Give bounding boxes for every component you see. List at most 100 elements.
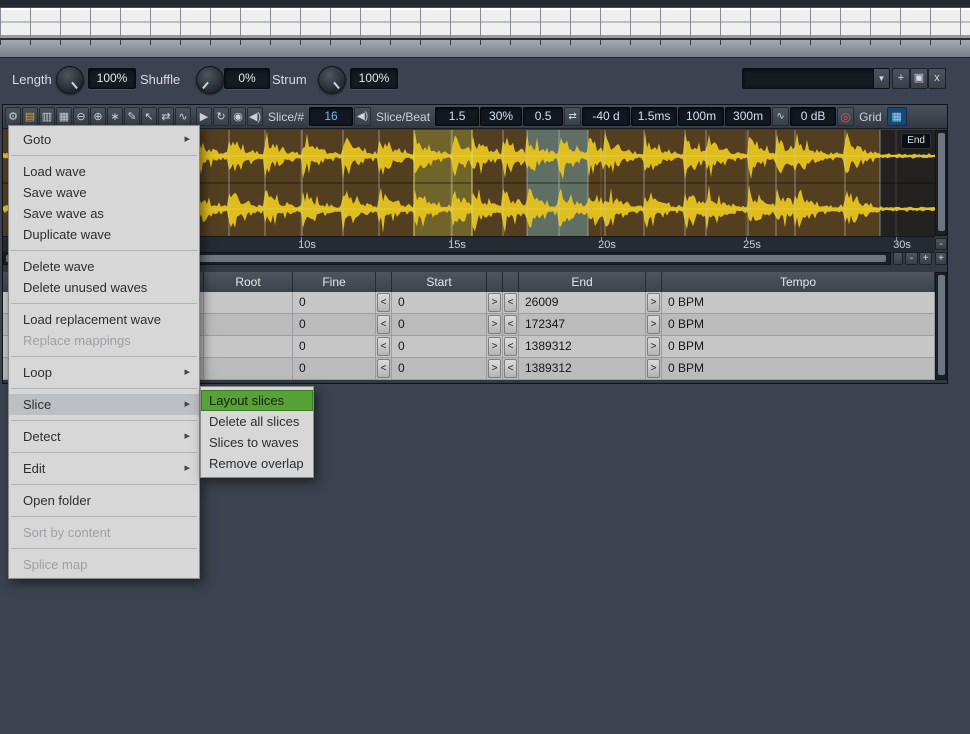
menu-item-delete-all-slices[interactable]: Delete all slices bbox=[201, 411, 313, 432]
menu-item-delete-wave[interactable]: Delete wave bbox=[9, 256, 199, 277]
menu-item-save-wave-as[interactable]: Save wave as bbox=[9, 203, 199, 224]
cell-start[interactable]: 0 bbox=[392, 314, 487, 335]
start-inc-button[interactable]: > bbox=[488, 337, 501, 356]
menu-item-detect[interactable]: Detect▸ bbox=[9, 426, 199, 447]
menu-item-loop[interactable]: Loop▸ bbox=[9, 362, 199, 383]
start-inc-button[interactable]: > bbox=[488, 359, 501, 378]
preset-combo-box[interactable]: ▼ bbox=[742, 68, 890, 89]
zoom-out-icon[interactable]: ⊖ bbox=[73, 107, 89, 126]
close-button[interactable]: x bbox=[928, 68, 946, 89]
wave-zoom-out-button[interactable]: - bbox=[935, 238, 947, 250]
strum-knob[interactable] bbox=[318, 66, 346, 94]
end-dec-button[interactable]: < bbox=[504, 359, 517, 378]
play-button[interactable]: ▶ bbox=[196, 107, 212, 126]
wave-vscroll-thumb[interactable] bbox=[938, 133, 945, 231]
end-dec-button[interactable]: < bbox=[504, 337, 517, 356]
menu-item-edit[interactable]: Edit▸ bbox=[9, 458, 199, 479]
attack-value[interactable]: 1.5ms bbox=[631, 107, 677, 126]
cell-end[interactable]: 1389312 bbox=[519, 358, 646, 379]
table-vertical-scrollbar[interactable] bbox=[935, 272, 947, 380]
cell-fine[interactable]: 0 bbox=[293, 292, 376, 313]
start-inc-button[interactable]: > bbox=[488, 315, 501, 334]
threshold-value[interactable]: -40 d bbox=[582, 107, 630, 126]
length-knob[interactable] bbox=[56, 66, 84, 94]
sensitivity-value[interactable]: 30% bbox=[480, 107, 522, 126]
wave-zoom-in-button[interactable]: + bbox=[935, 252, 947, 265]
detach-window-button[interactable]: ▣ bbox=[910, 68, 928, 89]
cell-fine[interactable]: 0 bbox=[293, 358, 376, 379]
cell-tempo[interactable]: 0 BPM bbox=[662, 336, 935, 357]
save-sample-icon[interactable]: ▥ bbox=[39, 107, 55, 126]
shuffle-value[interactable]: 0% bbox=[224, 68, 270, 89]
menu-item-load-wave[interactable]: Load wave bbox=[9, 161, 199, 182]
end-inc-button[interactable]: > bbox=[647, 315, 660, 334]
menu-item-slice[interactable]: Slice▸ bbox=[9, 394, 199, 415]
start-dec-button[interactable]: < bbox=[377, 293, 390, 312]
length-value[interactable]: 100% bbox=[88, 68, 136, 89]
cell-root[interactable] bbox=[204, 292, 293, 313]
cell-end[interactable]: 172347 bbox=[519, 314, 646, 335]
record-button[interactable]: ◎ bbox=[837, 107, 854, 126]
cell-root[interactable] bbox=[204, 336, 293, 357]
pattern-grid-strip[interactable] bbox=[0, 8, 970, 40]
cell-start[interactable]: 0 bbox=[392, 358, 487, 379]
end-inc-button[interactable]: > bbox=[647, 337, 660, 356]
shuffle-knob[interactable] bbox=[196, 66, 224, 94]
menu-item-layout-slices[interactable]: Layout slices bbox=[201, 390, 313, 411]
menu-item-open-folder[interactable]: Open folder bbox=[9, 490, 199, 511]
combo-dropdown-icon[interactable]: ▼ bbox=[873, 69, 889, 88]
start-dec-button[interactable]: < bbox=[377, 337, 390, 356]
cell-start[interactable]: 0 bbox=[392, 292, 487, 313]
menu-item-slices-to-waves[interactable]: Slices to waves bbox=[201, 432, 313, 453]
loop-play-button[interactable]: ↻ bbox=[213, 107, 229, 126]
start-inc-button[interactable]: > bbox=[488, 293, 501, 312]
load-sample-icon[interactable]: ▤ bbox=[22, 107, 38, 126]
menu-item-save-wave[interactable]: Save wave bbox=[9, 182, 199, 203]
start-dec-button[interactable]: < bbox=[377, 359, 390, 378]
end-inc-button[interactable]: > bbox=[647, 359, 660, 378]
monitor-button[interactable]: ◀) bbox=[247, 107, 263, 126]
cell-tempo[interactable]: 0 BPM bbox=[662, 314, 935, 335]
snap-tool-icon[interactable]: ⇄ bbox=[158, 107, 174, 126]
end-dec-button[interactable]: < bbox=[504, 315, 517, 334]
menu-item-goto[interactable]: Goto▸ bbox=[9, 129, 199, 150]
end-marker-badge[interactable]: End bbox=[901, 133, 931, 149]
fade-curve-button[interactable]: ∿ bbox=[772, 107, 789, 126]
cell-start[interactable]: 0 bbox=[392, 336, 487, 357]
strum-value[interactable]: 100% bbox=[350, 68, 398, 89]
grid-toggle-button[interactable]: ▦ bbox=[887, 107, 907, 126]
process-shape-icon[interactable]: ∿ bbox=[175, 107, 191, 126]
hzoom-out-button[interactable]: - bbox=[905, 252, 918, 265]
menu-item-load-replacement-wave[interactable]: Load replacement wave bbox=[9, 309, 199, 330]
table-vscroll-thumb[interactable] bbox=[938, 275, 945, 375]
hscroll-handle-button[interactable] bbox=[893, 252, 903, 265]
menu-item-duplicate-wave[interactable]: Duplicate wave bbox=[9, 224, 199, 245]
slice-count-value[interactable]: 16 bbox=[309, 107, 353, 126]
beat-value[interactable]: 0.5 bbox=[523, 107, 563, 126]
add-preset-button[interactable]: + bbox=[892, 68, 910, 89]
cell-tempo[interactable]: 0 BPM bbox=[662, 292, 935, 313]
select-tool-icon[interactable]: ↖ bbox=[141, 107, 157, 126]
hzoom-in-button[interactable]: + bbox=[919, 252, 932, 265]
pattern-ruler[interactable] bbox=[0, 40, 970, 58]
gain-value[interactable]: 0 dB bbox=[790, 107, 836, 126]
start-dec-button[interactable]: < bbox=[377, 315, 390, 334]
cell-root[interactable] bbox=[204, 314, 293, 335]
cell-end[interactable]: 26009 bbox=[519, 292, 646, 313]
draw-tool-icon[interactable]: ✎ bbox=[124, 107, 140, 126]
copy-sample-icon[interactable]: ▦ bbox=[56, 107, 72, 126]
wave-vertical-scrollbar[interactable] bbox=[935, 130, 947, 236]
menu-item-delete-unused-waves[interactable]: Delete unused waves bbox=[9, 277, 199, 298]
zoom-fit-icon[interactable]: ∗ bbox=[107, 107, 123, 126]
cell-tempo[interactable]: 0 BPM bbox=[662, 358, 935, 379]
menu-item-remove-overlap[interactable]: Remove overlap bbox=[201, 453, 313, 474]
cell-fine[interactable]: 0 bbox=[293, 336, 376, 357]
cell-fine[interactable]: 0 bbox=[293, 314, 376, 335]
min-length-value[interactable]: 100m bbox=[678, 107, 724, 126]
slice-preview-button[interactable]: ◀) bbox=[354, 107, 371, 126]
end-dec-button[interactable]: < bbox=[504, 293, 517, 312]
cell-root[interactable] bbox=[204, 358, 293, 379]
nudge-button[interactable]: ⇄ bbox=[564, 107, 581, 126]
process-gear-icon[interactable]: ⚙ bbox=[5, 107, 21, 126]
zoom-in-icon[interactable]: ⊕ bbox=[90, 107, 106, 126]
